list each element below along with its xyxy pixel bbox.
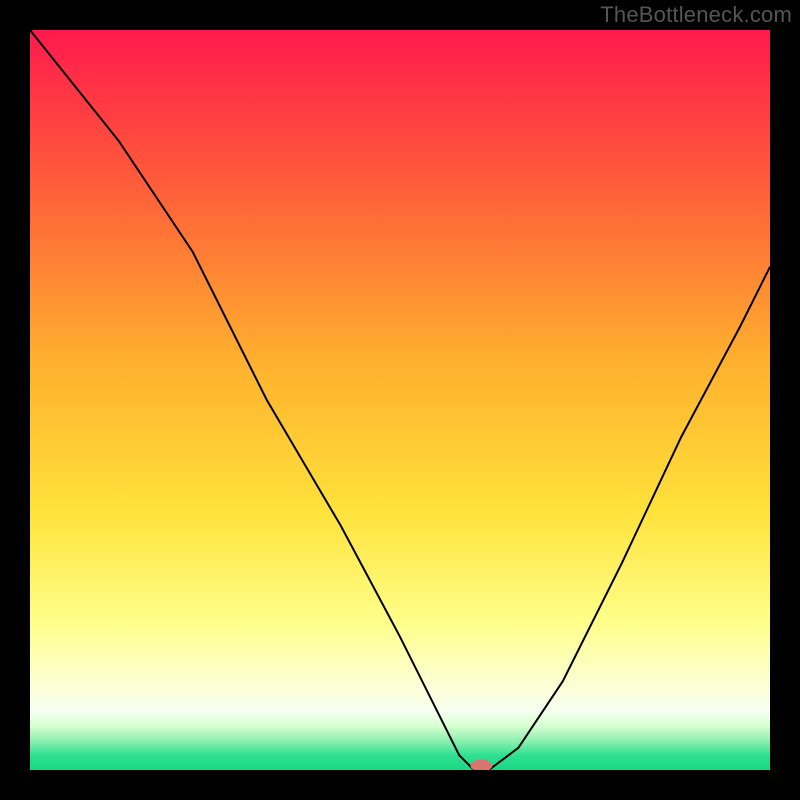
chart-svg [30, 30, 770, 770]
watermark-text: TheBottleneck.com [600, 2, 792, 28]
plot-area [30, 30, 770, 770]
gradient-background [30, 30, 770, 770]
chart-frame: TheBottleneck.com [0, 0, 800, 800]
